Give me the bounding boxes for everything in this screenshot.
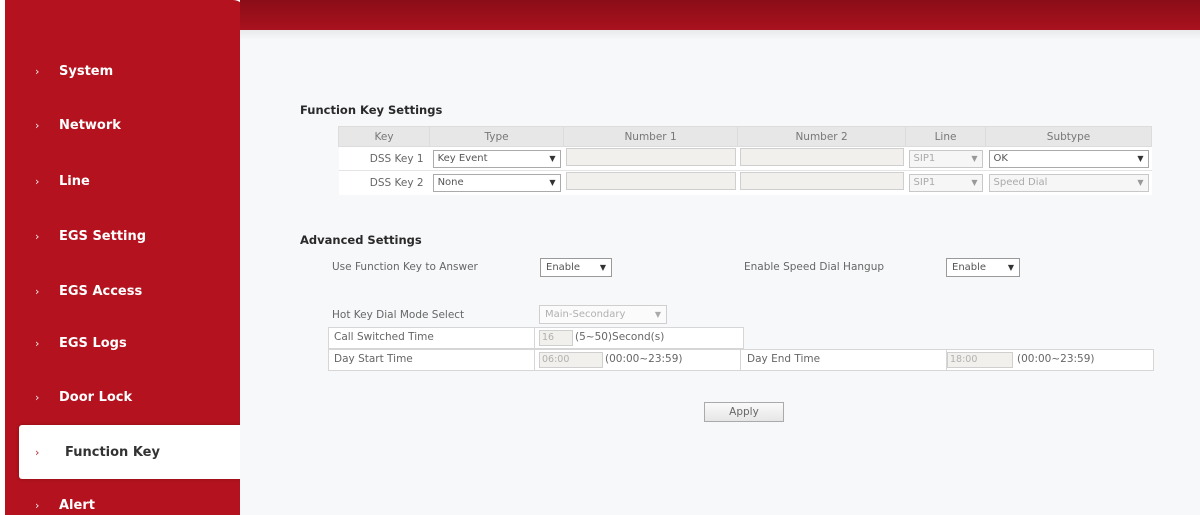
chevron-right-icon: › (35, 118, 40, 132)
call-switched-row: Call Switched Time 16 (5~50)Second(s) (328, 327, 744, 349)
day-end-label: Day End Time (747, 353, 821, 365)
call-switched-input[interactable]: 16 (539, 330, 573, 346)
sidebar-nav: › System › Network › Line › EGS Setting › EGS… (5, 0, 245, 515)
advanced-settings-title: Advanced Settings (300, 233, 422, 247)
use-function-key-answer-value: Enable (546, 262, 581, 273)
apply-button[interactable]: Apply (704, 402, 784, 422)
number2-input[interactable] (739, 148, 904, 166)
day-start-hint: (00:00~23:59) (605, 353, 683, 365)
dropdown-arrow-icon: ▼ (1137, 153, 1144, 163)
dropdown-arrow-icon: ▼ (654, 310, 661, 319)
sidebar-item-function-key[interactable]: › Function Key (19, 425, 245, 479)
sidebar-item-label: System (59, 63, 114, 79)
key-name: DSS Key 1 (338, 146, 430, 171)
sidebar-item-egs-access[interactable]: › EGS Access (5, 264, 245, 318)
chevron-right-icon: › (35, 498, 40, 512)
line-select[interactable]: SIP1 ▼ (908, 173, 983, 192)
chevron-right-icon: › (35, 445, 40, 459)
table-header-row: Key Type Number 1 Number 2 Line Subtype (337, 126, 1152, 147)
day-time-row: Day Start Time 06:00 (00:00~23:59) Day E… (328, 349, 1154, 371)
table-row: DSS Key 2 None ▼ SIP1 ▼ Speed Dial ▼ (338, 170, 1152, 195)
use-function-key-answer-select[interactable]: Enable ▼ (540, 258, 612, 277)
column-header-type: Type (429, 126, 565, 147)
dropdown-arrow-icon: ▼ (549, 153, 556, 163)
speed-dial-hangup-select[interactable]: Enable ▼ (946, 258, 1020, 277)
line-select-value: SIP1 (913, 152, 936, 164)
day-start-input[interactable]: 06:00 (539, 352, 603, 368)
sidebar-item-label: EGS Logs (59, 335, 127, 351)
day-end-hint: (00:00~23:59) (1017, 353, 1095, 365)
chevron-right-icon: › (35, 284, 40, 298)
key-name: DSS Key 2 (338, 170, 430, 195)
chevron-right-icon: › (35, 64, 40, 78)
dropdown-arrow-icon: ▼ (549, 177, 556, 187)
chevron-right-icon: › (35, 336, 40, 350)
number2-input[interactable] (739, 172, 904, 191)
sidebar-item-label: Function Key (65, 444, 160, 460)
use-function-key-answer-label: Use Function Key to Answer (332, 261, 478, 273)
sidebar-item-label: Alert (59, 497, 95, 513)
table-row: DSS Key 1 Key Event ▼ SIP1 ▼ OK ▼ (338, 146, 1152, 171)
function-key-settings-title: Function Key Settings (300, 103, 443, 117)
hotkey-dial-mode-label: Hot Key Dial Mode Select (332, 309, 465, 321)
number1-input[interactable] (565, 148, 736, 166)
sidebar-item-label: Door Lock (59, 389, 133, 405)
column-header-number2: Number 2 (737, 126, 907, 147)
dropdown-arrow-icon: ▼ (1137, 177, 1144, 187)
dropdown-arrow-icon: ▼ (971, 177, 978, 187)
hotkey-dial-mode-value: Main-Secondary (545, 309, 626, 320)
speed-dial-hangup-label: Enable Speed Dial Hangup (744, 261, 885, 273)
column-header-subtype: Subtype (985, 126, 1152, 147)
sidebar-item-egs-setting[interactable]: › EGS Setting (5, 209, 245, 263)
chevron-right-icon: › (35, 174, 40, 188)
sidebar-item-label: Network (59, 117, 121, 133)
day-end-input[interactable]: 18:00 (947, 352, 1013, 368)
sidebar-item-network[interactable]: › Network (5, 98, 245, 152)
sidebar-item-system[interactable]: › System (5, 44, 245, 98)
dropdown-arrow-icon: ▼ (1007, 263, 1014, 272)
subtype-select-value: Speed Dial (993, 176, 1048, 188)
sidebar-item-label: EGS Access (59, 283, 143, 299)
chevron-right-icon: › (35, 390, 40, 404)
sidebar-item-label: EGS Setting (59, 228, 147, 244)
speed-dial-hangup-value: Enable (952, 262, 987, 273)
type-select-value: Key Event (437, 152, 488, 164)
line-select[interactable]: SIP1 ▼ (908, 149, 983, 168)
line-select-value: SIP1 (913, 176, 936, 188)
function-key-table: Key Type Number 1 Number 2 Line Subtype … (337, 126, 1152, 195)
sidebar-item-door-lock[interactable]: › Door Lock (5, 370, 245, 424)
call-switched-hint: (5~50)Second(s) (575, 331, 665, 343)
type-select[interactable]: None ▼ (432, 173, 561, 192)
sidebar-item-label: Line (59, 173, 90, 189)
sidebar-item-alert[interactable]: › Alert (5, 478, 245, 515)
day-start-label: Day Start Time (334, 353, 413, 365)
column-header-number1: Number 1 (563, 126, 739, 147)
type-select-value: None (437, 176, 464, 188)
chevron-right-icon: › (35, 229, 40, 243)
subtype-select[interactable]: OK ▼ (988, 149, 1149, 168)
subtype-select-value: OK (993, 152, 1008, 164)
column-header-key: Key (337, 126, 431, 147)
type-select[interactable]: Key Event ▼ (432, 149, 561, 168)
sidebar-item-line[interactable]: › Line (5, 154, 245, 208)
hotkey-dial-mode-select[interactable]: Main-Secondary ▼ (539, 305, 667, 324)
sidebar-item-egs-logs[interactable]: › EGS Logs (5, 316, 245, 370)
column-header-line: Line (905, 126, 987, 147)
subtype-select[interactable]: Speed Dial ▼ (988, 173, 1149, 192)
call-switched-label: Call Switched Time (334, 331, 434, 343)
number1-input[interactable] (565, 172, 736, 191)
dropdown-arrow-icon: ▼ (971, 153, 978, 163)
dropdown-arrow-icon: ▼ (599, 263, 606, 272)
top-banner (240, 0, 1200, 30)
